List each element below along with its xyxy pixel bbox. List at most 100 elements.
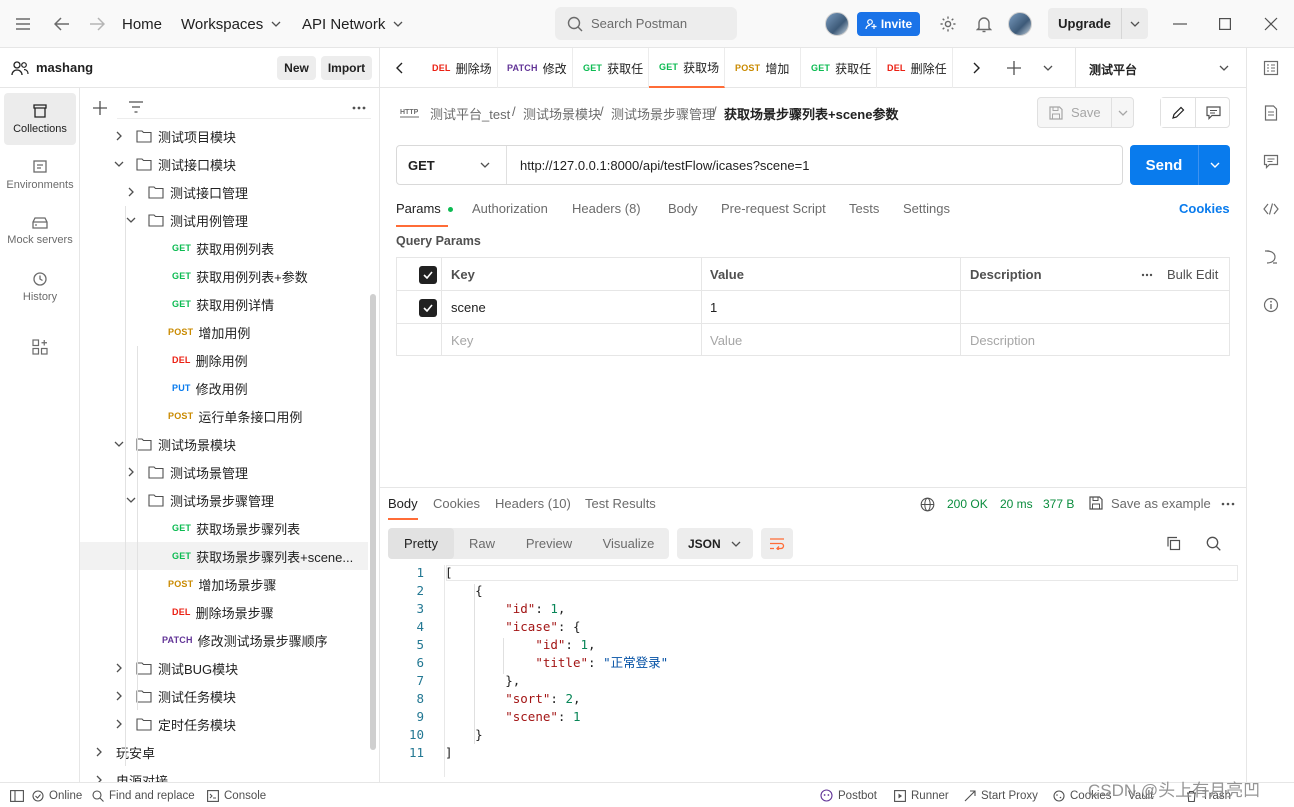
tree-request-item[interactable]: GET 获取用例列表+参数 bbox=[80, 262, 368, 290]
chevron-down-icon[interactable] bbox=[124, 493, 138, 507]
settings-gear-icon[interactable] bbox=[938, 14, 958, 34]
request-tab[interactable]: GET 获取场 bbox=[649, 48, 725, 88]
request-tab[interactable]: GET 获取任 bbox=[801, 48, 877, 88]
tree-request-item[interactable]: GET 获取用例详情 bbox=[80, 290, 368, 318]
tab-settings[interactable]: Settings bbox=[903, 201, 950, 216]
edit-pencil-icon[interactable] bbox=[1161, 98, 1196, 127]
start-proxy-button[interactable]: Start Proxy bbox=[964, 783, 1038, 807]
maximize-window-icon[interactable] bbox=[1215, 14, 1235, 34]
comment-icon[interactable] bbox=[1196, 98, 1230, 127]
search-icon[interactable] bbox=[1206, 536, 1221, 551]
tree-folder-item[interactable]: 测试场景步骤管理 bbox=[80, 486, 368, 514]
tab-body[interactable]: Body bbox=[668, 201, 698, 216]
chevron-down-icon[interactable] bbox=[1122, 21, 1148, 27]
avatar[interactable] bbox=[825, 12, 849, 36]
chevron-right-icon[interactable] bbox=[112, 717, 126, 731]
forward-arrow-icon[interactable] bbox=[87, 14, 107, 34]
tree-folder-item[interactable]: 测试接口管理 bbox=[80, 178, 368, 206]
view-raw[interactable]: Raw bbox=[454, 528, 510, 559]
copy-icon[interactable] bbox=[1166, 536, 1181, 551]
chevron-right-icon[interactable] bbox=[112, 129, 126, 143]
globe-icon[interactable] bbox=[920, 497, 935, 512]
view-visualize[interactable]: Visualize bbox=[588, 528, 669, 559]
upgrade-button[interactable]: Upgrade bbox=[1048, 8, 1148, 39]
bulk-edit-link[interactable]: Bulk Edit bbox=[1167, 258, 1218, 291]
param-value-input[interactable]: 1 bbox=[710, 291, 717, 324]
related-collections-icon[interactable] bbox=[1261, 247, 1281, 267]
nav-mock-servers[interactable]: Mock servers bbox=[4, 205, 76, 257]
tab-pre-request-script[interactable]: Pre-request Script bbox=[721, 201, 826, 216]
more-options-icon[interactable] bbox=[352, 106, 366, 110]
param-enabled-checkbox[interactable] bbox=[419, 291, 437, 324]
new-tab-plus-icon[interactable] bbox=[1007, 61, 1021, 75]
back-arrow-icon[interactable] bbox=[52, 14, 72, 34]
workspaces-menu[interactable]: Workspaces bbox=[181, 0, 281, 48]
tree-folder-item[interactable]: 测试任务模块 bbox=[80, 682, 368, 710]
code-icon[interactable] bbox=[1261, 199, 1281, 219]
filter-input[interactable] bbox=[117, 97, 371, 119]
chevron-right-icon[interactable] bbox=[92, 773, 106, 782]
online-status[interactable]: Online bbox=[32, 783, 82, 807]
request-name[interactable]: 获取场景步骤列表+scene参数 bbox=[724, 104, 898, 123]
response-tab-body[interactable]: Body bbox=[388, 496, 418, 511]
url-input[interactable]: http://127.0.0.1:8000/api/testFlow/icase… bbox=[507, 158, 809, 173]
save-as-example-button[interactable]: Save as example bbox=[1111, 496, 1211, 511]
tree-request-item[interactable]: POST 增加场景步骤 bbox=[80, 570, 368, 598]
tree-request-item[interactable]: GET 获取场景步骤列表+scene... bbox=[80, 542, 368, 570]
breadcrumb-collection[interactable]: 测试平台_test bbox=[430, 104, 510, 123]
view-pretty[interactable]: Pretty bbox=[388, 528, 454, 559]
tree-folder-item[interactable]: 电源对接 bbox=[80, 766, 368, 782]
request-tab[interactable]: GET 获取任 bbox=[573, 48, 649, 88]
tree-folder-item[interactable]: 测试场景模块 bbox=[80, 430, 368, 458]
chevron-right-icon[interactable] bbox=[124, 465, 138, 479]
tab-tests[interactable]: Tests bbox=[849, 201, 879, 216]
close-window-icon[interactable] bbox=[1261, 14, 1281, 34]
chevron-right-icon[interactable] bbox=[92, 745, 106, 759]
tree-request-item[interactable]: PATCH 修改测试场景步骤顺序 bbox=[80, 626, 368, 654]
api-network-menu[interactable]: API Network bbox=[302, 0, 403, 48]
chevron-right-icon[interactable] bbox=[112, 689, 126, 703]
tree-request-item[interactable]: POST 运行单条接口用例 bbox=[80, 402, 368, 430]
nav-history[interactable]: History bbox=[4, 261, 76, 313]
tree-request-item[interactable]: POST 增加用例 bbox=[80, 318, 368, 346]
chevron-down-icon[interactable] bbox=[1112, 110, 1133, 116]
info-icon[interactable] bbox=[1261, 295, 1281, 315]
select-all-checkbox[interactable] bbox=[419, 258, 437, 291]
add-collection-icon[interactable] bbox=[93, 101, 107, 115]
tree-folder-item[interactable]: 测试用例管理 bbox=[80, 206, 368, 234]
search-input[interactable]: Search Postman bbox=[555, 7, 737, 40]
tree-folder-item[interactable]: 测试项目模块 bbox=[80, 122, 368, 150]
tree-request-item[interactable]: DEL 删除场景步骤 bbox=[80, 598, 368, 626]
tabs-scroll-left-icon[interactable] bbox=[395, 62, 403, 74]
chevron-right-icon[interactable] bbox=[124, 185, 138, 199]
console-button[interactable]: Console bbox=[207, 783, 266, 807]
tree-request-item[interactable]: DEL 删除用例 bbox=[80, 346, 368, 374]
workspace-name[interactable]: mashang bbox=[36, 60, 93, 75]
nav-environments[interactable]: Environments bbox=[4, 149, 76, 201]
more-options-icon[interactable] bbox=[1221, 502, 1235, 506]
tree-request-item[interactable]: PUT 修改用例 bbox=[80, 374, 368, 402]
save-button[interactable]: Save bbox=[1037, 97, 1134, 128]
breadcrumb-folder[interactable]: 测试场景模块 bbox=[523, 104, 601, 123]
runner-button[interactable]: Runner bbox=[894, 783, 949, 807]
wrap-lines-button[interactable] bbox=[761, 528, 793, 559]
menu-icon[interactable] bbox=[13, 14, 33, 34]
tree-folder-item[interactable]: 测试场景管理 bbox=[80, 458, 368, 486]
profile-avatar[interactable] bbox=[1008, 12, 1032, 36]
documentation-icon[interactable] bbox=[1261, 103, 1281, 123]
pane-divider[interactable] bbox=[380, 487, 1246, 488]
chevron-down-icon[interactable] bbox=[124, 213, 138, 227]
response-body-editor[interactable]: 1[ 2 { 3 "id": 1, 4 "icase": { 5 "id": 1… bbox=[388, 563, 1238, 773]
toggle-sidebar-icon[interactable] bbox=[10, 783, 24, 807]
environment-selector[interactable]: 测试平台 bbox=[1075, 48, 1246, 88]
tab-params[interactable]: Params bbox=[396, 201, 454, 216]
response-tab-test-results[interactable]: Test Results bbox=[585, 496, 656, 511]
status-code[interactable]: 200 OK bbox=[947, 497, 988, 511]
new-description-input[interactable]: Description bbox=[970, 324, 1035, 357]
sidebar-scrollbar[interactable] bbox=[370, 294, 376, 750]
tab-headers[interactable]: Headers (8) bbox=[572, 201, 641, 216]
breadcrumb-subfolder[interactable]: 测试场景步骤管理 bbox=[611, 104, 715, 123]
request-tab[interactable]: DEL 删除场 bbox=[422, 48, 498, 88]
comments-icon[interactable] bbox=[1261, 151, 1281, 171]
new-key-input[interactable]: Key bbox=[451, 324, 473, 357]
